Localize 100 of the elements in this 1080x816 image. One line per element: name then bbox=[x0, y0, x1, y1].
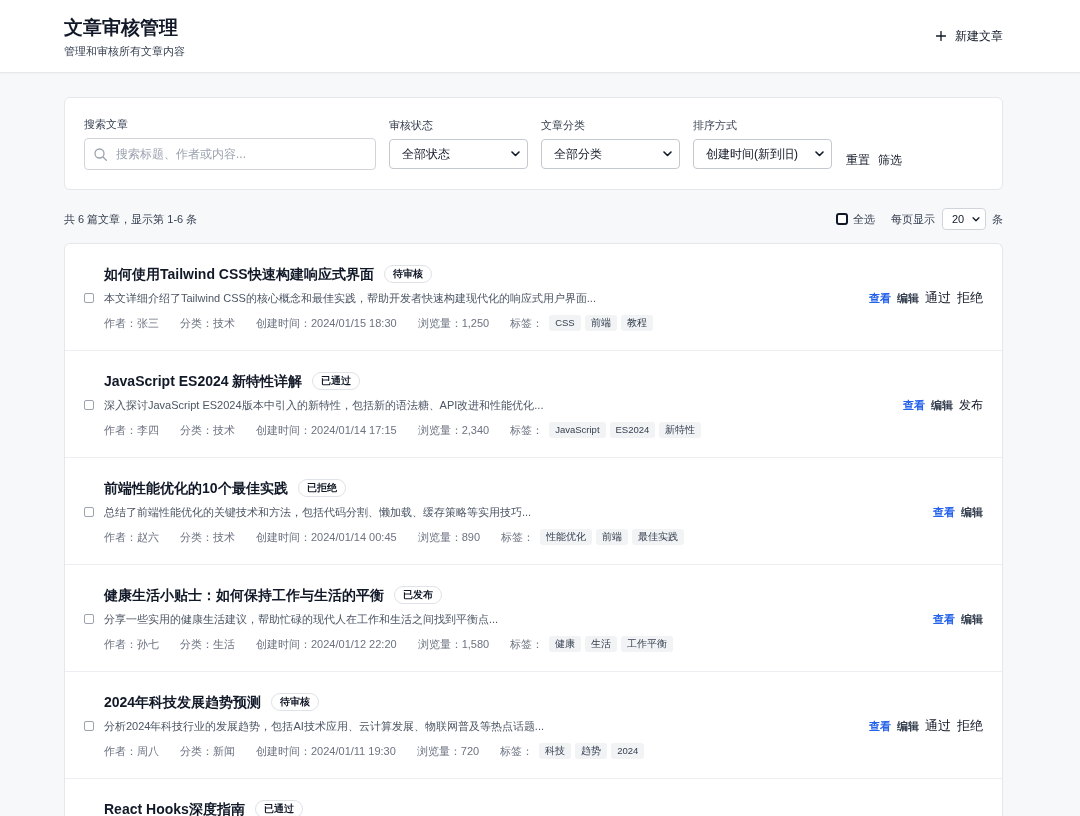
status-badge: 已通过 bbox=[312, 372, 361, 390]
publish-button[interactable]: 发布 bbox=[959, 397, 983, 413]
reject-button[interactable]: 拒绝 bbox=[957, 718, 983, 734]
view-button[interactable]: 查看 bbox=[903, 397, 925, 413]
status-select[interactable]: 全部状态 bbox=[389, 139, 528, 169]
article-excerpt: 分享一些实用的健康生活建议，帮助忙碌的现代人在工作和生活之间找到平衡点... bbox=[104, 612, 500, 626]
status-badge: 已拒绝 bbox=[297, 479, 346, 497]
view-button[interactable]: 查看 bbox=[933, 611, 955, 627]
category-text: 分类：技术 bbox=[180, 315, 235, 331]
tags-label: 标签： bbox=[510, 315, 544, 331]
tags-label: 标签： bbox=[500, 743, 534, 759]
edit-button[interactable]: 编辑 bbox=[931, 397, 953, 413]
edit-button[interactable]: 编辑 bbox=[961, 611, 983, 627]
article-title[interactable]: 前端性能优化的10个最佳实践 bbox=[104, 478, 288, 498]
plus-icon bbox=[936, 31, 946, 41]
article-excerpt: 总结了前端性能优化的关键技术和方法，包括代码分割、懒加载、缓存策略等实用技巧... bbox=[104, 505, 533, 519]
author-text: 作者：张三 bbox=[104, 315, 159, 331]
new-article-button[interactable]: 新建文章 bbox=[936, 23, 1003, 49]
page-size-label: 每页显示 bbox=[891, 211, 935, 227]
status-badge: 待审核 bbox=[271, 693, 320, 711]
view-count-text: 浏览量：890 bbox=[417, 529, 480, 545]
category-select[interactable]: 全部分类 bbox=[541, 139, 680, 169]
view-button[interactable]: 查看 bbox=[933, 504, 955, 520]
category-text: 分类：技术 bbox=[180, 529, 235, 545]
approve-button[interactable]: 通过 bbox=[925, 718, 951, 734]
created-time-text: 创建时间：2024/01/14 17:15 bbox=[256, 422, 397, 438]
view-count-text: 浏览量：720 bbox=[416, 743, 480, 759]
status-badge: 已通过 bbox=[254, 800, 303, 816]
page-subtitle: 管理和审核所有文章内容 bbox=[64, 43, 185, 58]
row-checkbox[interactable] bbox=[84, 400, 94, 410]
search-label: 搜索文章 bbox=[84, 117, 129, 131]
tag: 新特性 bbox=[659, 422, 702, 438]
tag: 教程 bbox=[620, 315, 653, 331]
select-all-label[interactable]: 全选 bbox=[853, 210, 875, 228]
author-text: 作者：周八 bbox=[104, 743, 159, 759]
edit-button[interactable]: 编辑 bbox=[897, 290, 919, 306]
tag: CSS bbox=[549, 315, 581, 331]
article-excerpt: 本文详细介绍了Tailwind CSS的核心概念和最佳实践，帮助开发者快速构建现代化的响应式用户界面... bbox=[104, 291, 597, 305]
article-excerpt: 分析2024年科技行业的发展趋势，包括AI技术应用、云计算发展、物联网普及等热点话题... bbox=[104, 719, 546, 733]
created-time-text: 创建时间：2024/01/12 22:20 bbox=[256, 636, 397, 652]
status-label: 审核状态 bbox=[389, 118, 434, 132]
article-title[interactable]: React Hooks深度指南 bbox=[104, 799, 245, 816]
tag: 生活 bbox=[585, 636, 618, 652]
row-checkbox[interactable] bbox=[84, 614, 94, 624]
page-title: 文章审核管理 bbox=[64, 15, 179, 40]
reject-button[interactable]: 拒绝 bbox=[957, 290, 983, 306]
article-title[interactable]: JavaScript ES2024 新特性详解 bbox=[104, 371, 303, 391]
row-checkbox[interactable] bbox=[84, 721, 94, 731]
edit-button[interactable]: 编辑 bbox=[897, 718, 919, 734]
sort-select[interactable]: 创建时间(新到旧) bbox=[693, 139, 832, 169]
page-size-unit: 条 bbox=[992, 211, 1003, 227]
search-field[interactable]: 搜索标题、作者或内容... bbox=[84, 138, 376, 170]
edit-button[interactable]: 编辑 bbox=[961, 504, 983, 520]
tag: ES2024 bbox=[609, 422, 656, 438]
author-text: 作者：孙七 bbox=[104, 636, 159, 652]
created-time-text: 创建时间：2024/01/15 18:30 bbox=[256, 315, 397, 331]
row-checkbox[interactable] bbox=[84, 507, 94, 517]
status-badge: 已发布 bbox=[394, 586, 442, 604]
author-text: 作者：赵六 bbox=[104, 529, 159, 545]
category-text: 分类：技术 bbox=[180, 422, 235, 438]
result-summary: 共 6 篇文章，显示第 1-6 条 bbox=[64, 211, 198, 227]
article-excerpt: 深入探讨JavaScript ES2024版本中引入的新特性，包括新的语法糖、API改进和性能优化... bbox=[104, 398, 545, 412]
article-title[interactable]: 健康生活小贴士：如何保持工作与生活的平衡 bbox=[104, 585, 384, 605]
view-count-text: 浏览量：1,580 bbox=[417, 636, 490, 652]
filter-button[interactable]: 筛选 bbox=[878, 152, 902, 168]
tag: 工作平衡 bbox=[621, 636, 674, 652]
chevron-down-icon bbox=[972, 216, 980, 222]
view-count-text: 浏览量：2,340 bbox=[417, 422, 490, 438]
article-title[interactable]: 如何使用Tailwind CSS快速构建响应式界面 bbox=[104, 264, 374, 284]
page-size-select[interactable]: 20 bbox=[942, 208, 986, 230]
tag: 前端 bbox=[596, 529, 628, 545]
tags-label: 标签： bbox=[510, 636, 544, 652]
category-text: 分类：生活 bbox=[180, 636, 235, 652]
tag: 科技 bbox=[539, 743, 572, 759]
tag: 趋势 bbox=[575, 743, 608, 759]
view-button[interactable]: 查看 bbox=[869, 290, 891, 306]
view-button[interactable]: 查看 bbox=[869, 718, 891, 734]
tag: 性能优化 bbox=[540, 529, 592, 545]
created-time-text: 创建时间：2024/01/14 00:45 bbox=[256, 529, 397, 545]
tag: 前端 bbox=[584, 315, 617, 331]
chevron-down-icon bbox=[663, 151, 672, 157]
row-checkbox[interactable] bbox=[84, 293, 94, 303]
reset-button[interactable]: 重置 bbox=[846, 152, 870, 168]
tag: 2024 bbox=[611, 743, 645, 759]
tag: JavaScript bbox=[549, 422, 606, 438]
approve-button[interactable]: 通过 bbox=[925, 290, 951, 306]
tag: 健康 bbox=[549, 636, 582, 652]
created-time-text: 创建时间：2024/01/11 19:30 bbox=[256, 743, 396, 759]
view-count-text: 浏览量：1,250 bbox=[417, 315, 490, 331]
select-all-checkbox[interactable] bbox=[836, 213, 848, 225]
author-text: 作者：李四 bbox=[104, 422, 159, 438]
category-text: 分类：新闻 bbox=[180, 743, 235, 759]
article-title[interactable]: 2024年科技发展趋势预测 bbox=[104, 692, 262, 712]
category-label: 文章分类 bbox=[541, 118, 586, 132]
sort-label: 排序方式 bbox=[693, 118, 738, 132]
tags-label: 标签： bbox=[510, 422, 544, 438]
tags-label: 标签： bbox=[501, 529, 534, 545]
search-icon bbox=[94, 147, 107, 161]
chevron-down-icon bbox=[511, 151, 520, 157]
tag: 最佳实践 bbox=[632, 529, 684, 545]
